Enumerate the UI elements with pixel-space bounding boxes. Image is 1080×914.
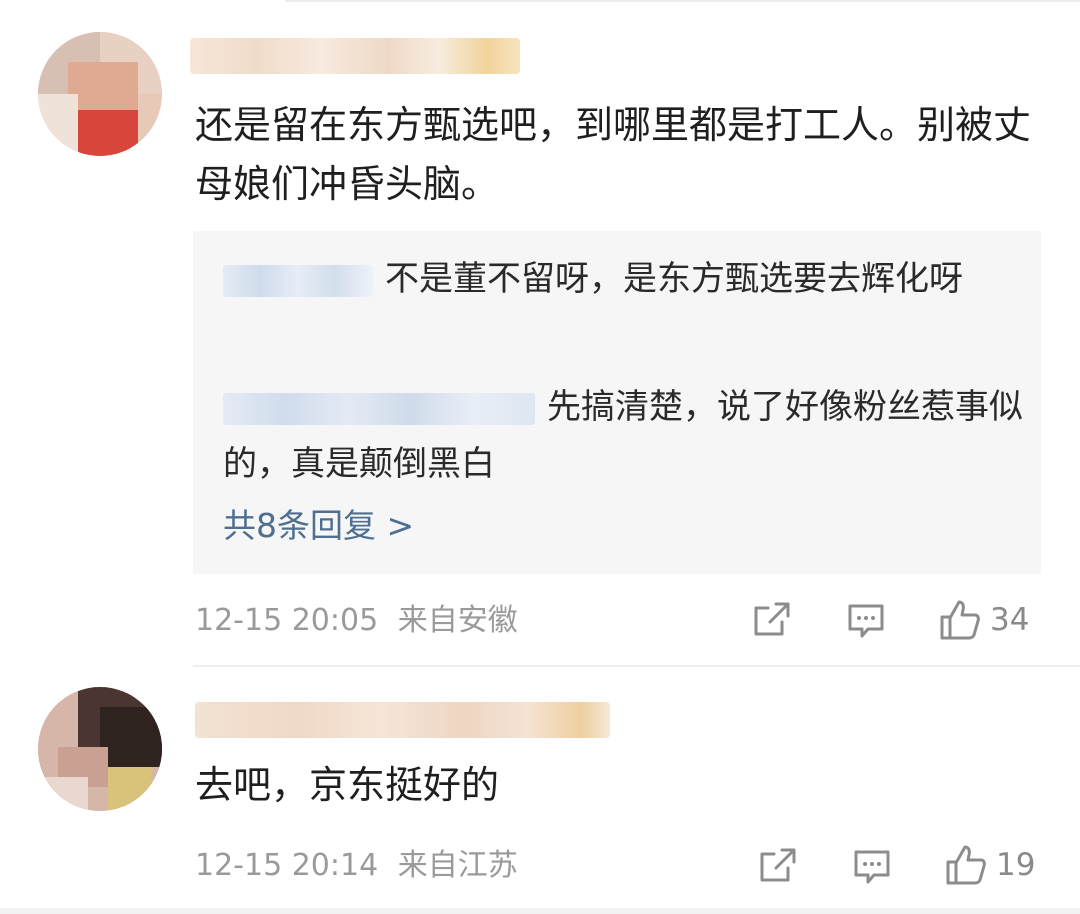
more-replies-link[interactable]: 共8条回复 > — [223, 501, 414, 551]
like-count: 19 — [996, 847, 1036, 883]
comment-icon — [852, 847, 892, 887]
bottom-divider — [0, 908, 1080, 914]
like-icon — [944, 843, 988, 887]
reply-username[interactable] — [223, 392, 535, 425]
username[interactable] — [195, 702, 610, 738]
reply-text: 不是董不留呀，是东方甄选要去辉化呀 — [385, 259, 963, 299]
reply-item[interactable]: 不是董不留呀，是东方甄选要去辉化呀 — [223, 251, 1023, 308]
avatar[interactable] — [38, 32, 162, 156]
reply-preview[interactable]: 不是董不留呀，是东方甄选要去辉化呀 先搞清楚，说了好像粉丝惹事似的，真是颠倒黑白… — [193, 231, 1041, 574]
top-divider — [285, 0, 1080, 2]
reply-username[interactable] — [223, 264, 373, 297]
reply-item[interactable]: 先搞清楚，说了好像粉丝惹事似的，真是颠倒黑白 — [223, 379, 1023, 493]
share-button[interactable] — [752, 600, 792, 640]
comment-text: 还是留在东方甄选吧，到哪里都是打工人。别被丈母娘们冲昏头脑。 — [195, 103, 1032, 206]
comment-text: 去吧，京东挺好的 — [195, 763, 500, 807]
timestamp: 12-15 20:14 — [195, 848, 379, 883]
like-button[interactable]: 19 — [944, 843, 1035, 887]
share-button[interactable] — [758, 846, 798, 886]
share-icon — [752, 600, 792, 640]
like-icon — [938, 598, 982, 642]
like-count: 34 — [990, 602, 1030, 638]
comment-button[interactable] — [852, 847, 892, 887]
comment-meta: 12-15 20:14 来自江苏 — [195, 846, 518, 886]
location: 来自江苏 — [397, 848, 518, 883]
location: 来自安徽 — [397, 603, 518, 638]
comment-icon — [846, 601, 886, 641]
share-icon — [758, 846, 798, 886]
comment-meta: 12-15 20:05 来自安徽 — [195, 601, 518, 641]
timestamp: 12-15 20:05 — [195, 603, 379, 638]
username[interactable] — [190, 38, 520, 74]
avatar[interactable] — [38, 687, 162, 811]
comment-button[interactable] — [846, 601, 886, 641]
comment-divider — [193, 665, 1080, 667]
like-button[interactable]: 34 — [938, 598, 1029, 642]
